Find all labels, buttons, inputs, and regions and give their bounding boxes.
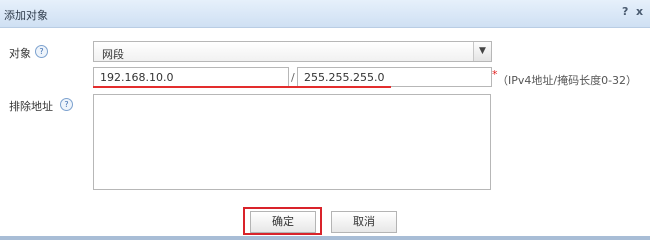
help-icon[interactable]: ? [622,5,628,18]
object-select-value: 网段 [102,48,124,61]
ip-address-input[interactable]: 192.168.10.0 [93,67,289,87]
exclude-address-label: 排除地址 [9,100,53,113]
dialog-bottom-bar [0,236,650,240]
ip-format-hint: （IPv4地址/掩码长度0-32） [497,74,638,87]
object-select[interactable]: 网段 ▼ [93,41,492,62]
object-label: 对象 [9,47,31,60]
cancel-button[interactable]: 取消 [331,211,397,233]
dialog-title: 添加对象 [4,9,48,22]
ok-button-highlight [243,207,322,235]
chevron-down-icon[interactable]: ▼ [473,42,491,61]
close-icon[interactable]: x [636,5,643,18]
exclude-help-icon[interactable]: ? [60,98,73,111]
mask-input[interactable]: 255.255.255.0 [297,67,492,87]
highlight-underline [93,86,391,88]
ip-address-value: 192.168.10.0 [100,71,174,84]
object-help-icon[interactable]: ? [35,45,48,58]
exclude-address-textarea[interactable] [93,94,491,190]
ip-mask-separator: / [291,71,295,84]
dialog-title-bar: 添加对象 ? x [0,0,650,28]
mask-value: 255.255.255.0 [304,71,385,84]
